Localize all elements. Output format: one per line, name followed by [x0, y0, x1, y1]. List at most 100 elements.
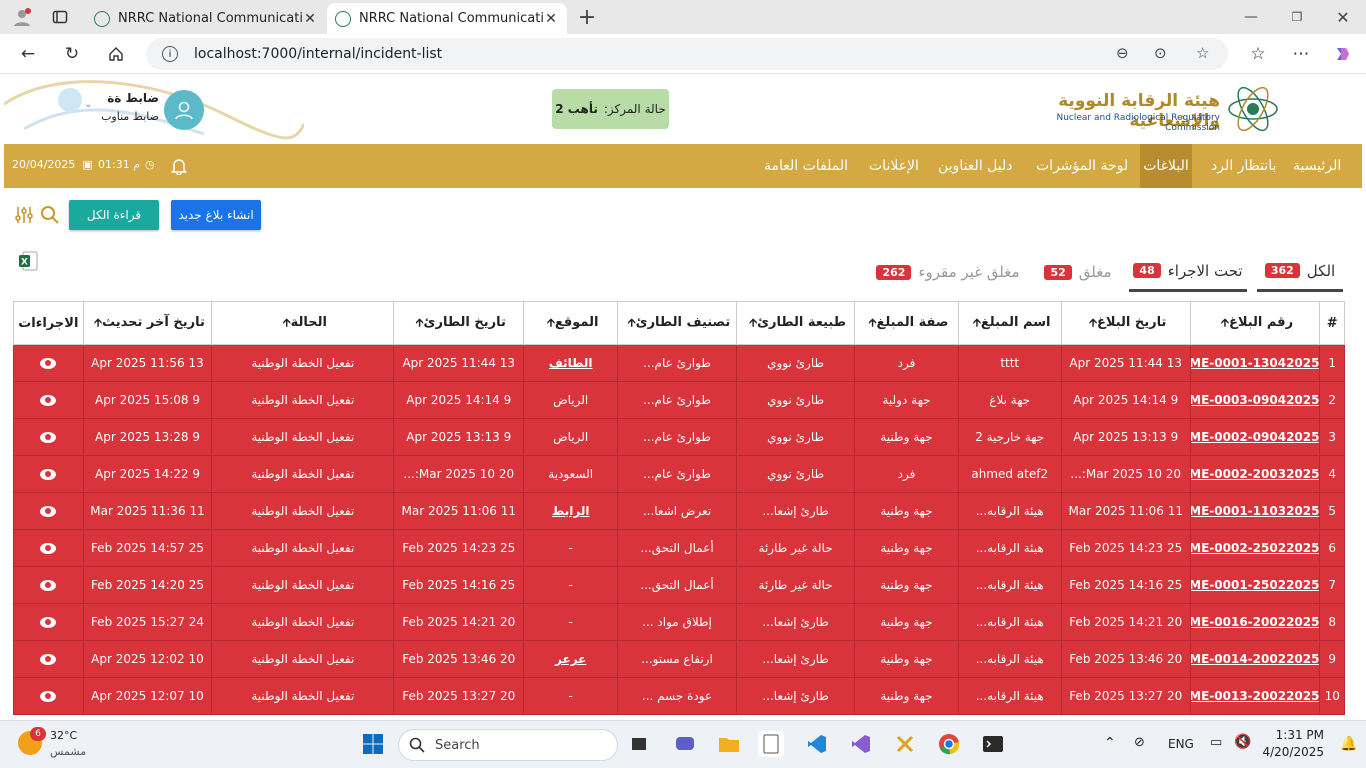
restore-icon[interactable]: ❐ [1287, 7, 1307, 27]
close-tab-icon[interactable]: ✕ [543, 11, 559, 27]
tab-actions-icon[interactable] [50, 7, 70, 27]
sort-arrow-icon[interactable]: 🡩 [547, 316, 555, 329]
col-last-update-header[interactable]: تاريخ آخر تحديث🡩 [82, 301, 213, 345]
col-report-number-cell[interactable]: EME-0002-20032025 [1189, 455, 1321, 493]
search-icon[interactable] [40, 205, 60, 229]
dev-tool-icon[interactable] [892, 731, 918, 757]
col-report-number-cell[interactable]: EME-0013-20022025 [1189, 677, 1321, 715]
tab-closed-unread[interactable]: مغلق غير مقروء 262 [868, 252, 1028, 292]
file-explorer-icon[interactable] [716, 731, 742, 757]
view-eye-icon[interactable] [40, 654, 57, 665]
view-eye-icon[interactable] [40, 580, 57, 591]
table-row[interactable]: 2 EME-0003-09042025 9 Apr 2025 14:14 جهة بل… [13, 381, 1345, 419]
view-eye-icon[interactable] [40, 469, 57, 480]
view-eye-icon[interactable] [40, 395, 57, 406]
zoom-icon[interactable]: ⊖ [1116, 44, 1129, 62]
sort-arrow-icon[interactable]: 🡩 [973, 316, 981, 329]
col-report-number-cell[interactable]: EME-0002-25022025 [1189, 529, 1321, 567]
col-report-number-cell[interactable]: EME-0001-11032025 [1189, 492, 1321, 530]
terminal-icon[interactable] [980, 731, 1006, 757]
new-report-button[interactable]: انشاء بلاغ جديد [171, 200, 261, 230]
sort-arrow-icon[interactable]: 🡩 [283, 316, 291, 329]
browser-tab-2-active[interactable]: NRRC National Communication Pl ✕ [327, 3, 567, 34]
col-report-number-cell[interactable]: EME-0001-25022025 [1189, 566, 1321, 604]
volume-muted-icon[interactable]: 🔇 [1234, 734, 1251, 750]
table-row[interactable]: 7 EME-0001-25022025 25 Feb 2025 14:16 هيئة … [13, 566, 1345, 604]
chrome-icon[interactable] [936, 731, 962, 757]
new-tab-icon[interactable]: + [577, 5, 597, 30]
notifications-bell-icon[interactable] [171, 157, 187, 179]
col-report-date-header[interactable]: تاريخ البلاغ🡩 [1060, 301, 1191, 345]
site-info-icon[interactable]: i [162, 46, 178, 62]
col-location-header[interactable]: الموقع🡩 [523, 301, 619, 345]
nav-dashboard[interactable]: لوحة المؤشرات [1028, 144, 1136, 188]
copilot-icon[interactable] [1331, 43, 1355, 65]
nav-address-book[interactable]: دليل العناوين [930, 144, 1021, 188]
language-indicator[interactable]: ENG [1168, 737, 1194, 751]
back-icon[interactable]: ← [16, 43, 40, 65]
taskbar-search-box[interactable]: Search [398, 729, 618, 761]
view-eye-icon[interactable] [40, 506, 57, 517]
col-incident-nature-header[interactable]: طبيعة الطارئ🡩 [735, 301, 856, 345]
sort-arrow-icon[interactable]: 🡩 [1221, 316, 1229, 329]
sort-arrow-icon[interactable]: 🡩 [416, 316, 424, 329]
view-eye-icon[interactable] [40, 543, 57, 554]
task-view-icon[interactable] [626, 731, 652, 757]
col-report-number-cell[interactable]: EME-0003-09042025 [1189, 381, 1321, 419]
table-row[interactable]: 9 EME-0014-20022025 20 Feb 2025 13:46 هيئة … [13, 640, 1345, 678]
excel-export-icon[interactable]: X [17, 250, 39, 276]
minimize-icon[interactable]: — [1241, 7, 1261, 27]
col-report-number-header[interactable]: رقم البلاغ🡩 [1189, 301, 1321, 345]
nav-awaiting-reply[interactable]: بانتظار الرد [1203, 144, 1284, 188]
col-reporter-type-header[interactable]: صفة المبلغ🡩 [854, 301, 959, 345]
col-location-cell[interactable]: عرعر [523, 640, 619, 678]
col-status-header[interactable]: الحالة🡩 [211, 301, 395, 345]
view-eye-icon[interactable] [40, 617, 57, 628]
clock-time[interactable]: 1:31 PM [1262, 728, 1324, 742]
table-row[interactable]: 10 EME-0013-20022025 20 Feb 2025 13:27 هيئة… [13, 677, 1345, 715]
col-location-cell[interactable]: الرابط [523, 492, 619, 530]
sort-arrow-icon[interactable]: 🡩 [94, 316, 102, 329]
network-off-icon[interactable]: ⊘ [1134, 735, 1145, 750]
filter-settings-icon[interactable] [14, 205, 34, 229]
col-report-number-cell[interactable]: EME-0001-13042025 [1189, 344, 1321, 382]
sort-arrow-icon[interactable]: 🡩 [869, 316, 877, 329]
favorites-icon[interactable]: ☆ [1246, 43, 1270, 65]
nav-announcements[interactable]: الإعلانات [861, 144, 927, 188]
nav-reports[interactable]: البلاغات [1140, 144, 1192, 188]
close-tab-icon[interactable]: ✕ [302, 11, 318, 27]
display-icon[interactable]: ▭ [1210, 735, 1222, 750]
col-report-number-cell[interactable]: EME-0002-09042025 [1189, 418, 1321, 456]
user-menu-chevron-icon[interactable]: ⌄ [84, 99, 92, 110]
close-window-icon[interactable]: ✕ [1333, 7, 1353, 27]
nav-home[interactable]: الرئيسية [1285, 144, 1349, 188]
teams-chat-icon[interactable] [672, 731, 698, 757]
col-report-number-cell[interactable]: EME-0014-20022025 [1189, 640, 1321, 678]
table-row[interactable]: 3 EME-0002-09042025 9 Apr 2025 13:13 جهة خا… [13, 418, 1345, 456]
more-tools-icon[interactable]: ⊙ [1154, 44, 1167, 62]
refresh-icon[interactable]: ↻ [60, 43, 84, 65]
read-all-button[interactable]: قراءة الكل [69, 200, 159, 230]
table-row[interactable]: 5 EME-0001-11032025 11 Mar 2025 11:06 هيئة … [13, 492, 1345, 530]
sort-arrow-icon[interactable]: 🡩 [1089, 316, 1097, 329]
col-incident-date-header[interactable]: تاريخ الطارئ🡩 [393, 301, 525, 345]
vscode-icon[interactable] [804, 731, 830, 757]
tab-all[interactable]: الكل 362 [1257, 252, 1343, 292]
table-row[interactable]: 6 EME-0002-25022025 25 Feb 2025 14:23 هيئة … [13, 529, 1345, 567]
col-report-number-cell[interactable]: EME-0016-20022025 [1189, 603, 1321, 641]
browser-tab-1[interactable]: NRRC National Communication Pl ✕ [86, 3, 326, 34]
menu-dots-icon[interactable]: ⋯ [1289, 43, 1313, 65]
tab-in-progress[interactable]: تحت الاجراء 48 [1129, 252, 1247, 292]
view-eye-icon[interactable] [40, 432, 57, 443]
notepad-icon[interactable] [758, 731, 784, 757]
table-row[interactable]: 8 EME-0016-20022025 20 Feb 2025 14:21 هيئة … [13, 603, 1345, 641]
favorite-star-icon[interactable]: ☆ [1196, 44, 1209, 62]
avatar[interactable] [164, 90, 204, 130]
table-row[interactable]: 1 EME-0001-13042025 13 Apr 2025 11:44 tttt ف… [13, 344, 1345, 382]
visual-studio-icon[interactable] [848, 731, 874, 757]
table-row[interactable]: 4 EME-0002-20032025 20 Mar 2025 10:... ahme… [13, 455, 1345, 493]
start-windows-icon[interactable] [360, 731, 386, 757]
view-eye-icon[interactable] [40, 358, 57, 369]
url-field[interactable]: i localhost:7000/internal/incident-list … [146, 38, 1228, 70]
clock-date[interactable]: 4/20/2025 [1262, 745, 1324, 759]
